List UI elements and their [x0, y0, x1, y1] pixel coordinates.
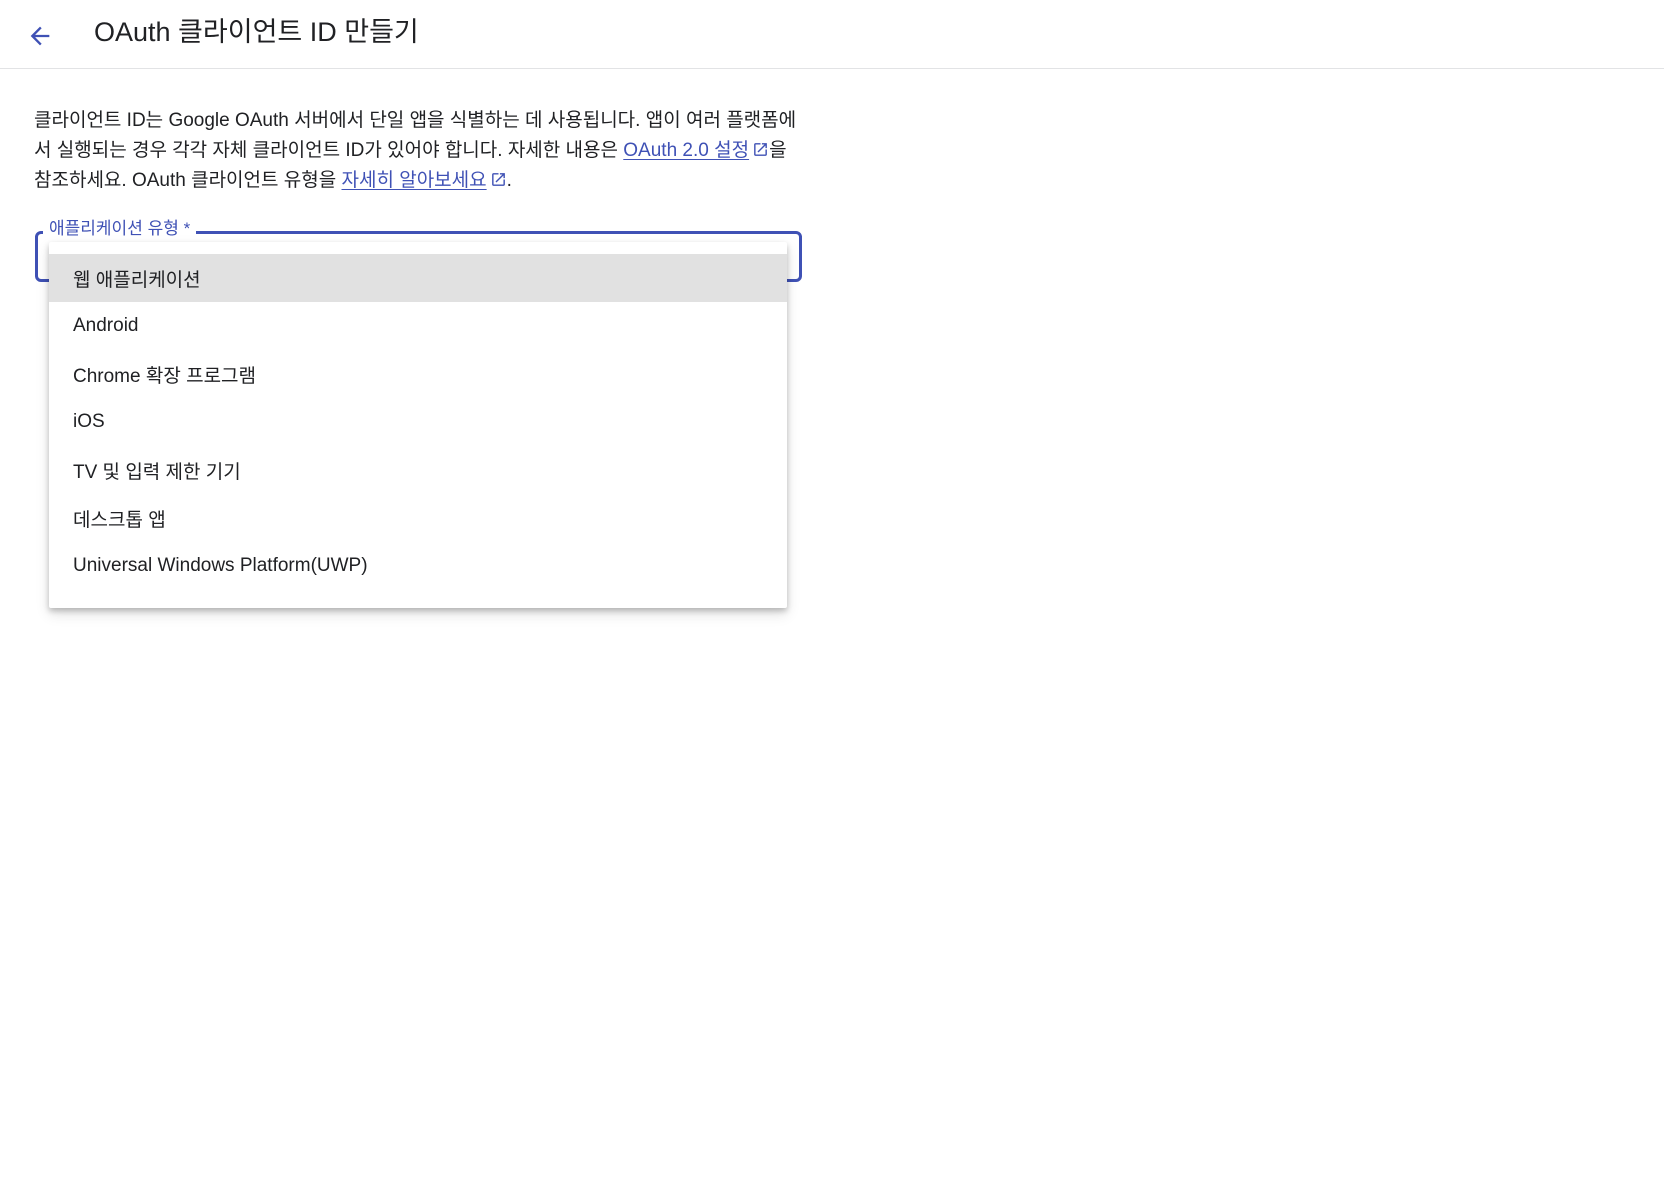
- back-button[interactable]: [20, 16, 60, 56]
- option-ios[interactable]: iOS: [49, 398, 787, 446]
- application-type-label: 애플리케이션 유형 *: [43, 218, 197, 240]
- arrow-back-icon: [30, 26, 50, 46]
- open-in-new-icon: [754, 143, 767, 156]
- oauth-settings-link[interactable]: OAuth 2.0 설정: [623, 140, 749, 161]
- option-web-application[interactable]: 웹 애플리케이션: [49, 254, 787, 302]
- option-desktop-app[interactable]: 데스크톱 앱: [49, 494, 787, 542]
- page-header: OAuth 클라이언트 ID 만들기: [0, 0, 1664, 69]
- open-in-new-icon: [491, 173, 505, 186]
- page-title: OAuth 클라이언트 ID 만들기: [94, 17, 419, 47]
- oauth-settings-link-label: OAuth 2.0 설정: [623, 140, 750, 161]
- option-tv-limited-input[interactable]: TV 및 입력 제한 기기: [49, 446, 787, 494]
- description-text-part: .: [506, 170, 512, 191]
- learn-more-link[interactable]: 자세히 알아보세요: [342, 170, 487, 191]
- application-type-dropdown: 웹 애플리케이션 Android Chrome 확장 프로그램 iOS TV 및…: [49, 242, 787, 608]
- description-text: 클라이언트 ID는 Google OAuth 서버에서 단일 앱을 식별하는 데…: [34, 106, 804, 196]
- option-uwp[interactable]: Universal Windows Platform(UWP): [49, 542, 787, 590]
- option-chrome-extension[interactable]: Chrome 확장 프로그램: [49, 350, 787, 398]
- option-android[interactable]: Android: [49, 302, 787, 350]
- learn-more-link-label: 자세히 알아보세요: [341, 170, 487, 191]
